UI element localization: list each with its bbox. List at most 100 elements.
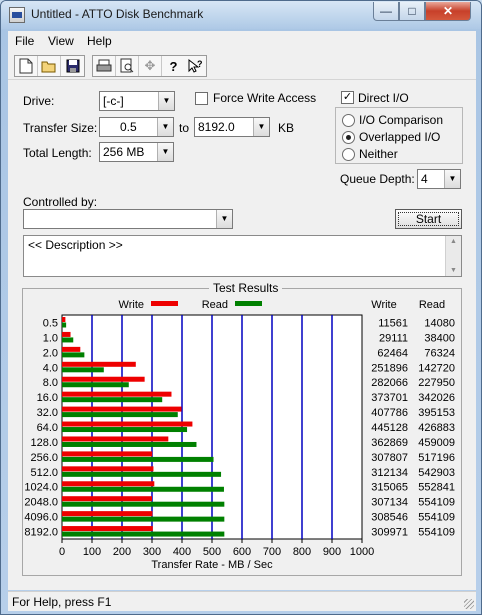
description-text: << Description >>: [28, 238, 123, 252]
queue-depth-label: Queue Depth:: [340, 172, 415, 186]
read-value: 459009: [418, 437, 455, 449]
transfer-size-from-select[interactable]: 0.5 ▼: [99, 117, 174, 137]
scroll-down-icon[interactable]: ▼: [450, 267, 457, 274]
x-tick-label: 600: [233, 546, 251, 558]
read-value: 142720: [418, 362, 455, 374]
write-value: 312134: [371, 467, 408, 479]
queue-depth-value: 4: [421, 172, 428, 186]
write-value: 373701: [371, 392, 408, 404]
x-tick-label: 1000: [350, 546, 374, 558]
title-bar[interactable]: Untitled - ATTO Disk Benchmark — □ ✕: [1, 1, 481, 29]
write-value: 29111: [379, 332, 408, 344]
read-value: 426883: [418, 422, 455, 434]
context-help-icon[interactable]: ?: [183, 56, 206, 76]
chevron-down-icon[interactable]: ▼: [216, 210, 232, 228]
resize-grip-icon[interactable]: [464, 599, 474, 609]
start-button[interactable]: Start: [395, 209, 462, 229]
transfer-rate-chart: 0 100 200 300 400 500 600 700 800 900 1000 Transfer…: [24, 299, 455, 571]
read-value: 554109: [418, 512, 455, 524]
menu-help[interactable]: Help: [87, 34, 112, 48]
drive-value: [-c-]: [103, 94, 124, 108]
controlled-by-select[interactable]: ▼: [23, 209, 233, 229]
y-category-label: 4096.0: [24, 512, 58, 524]
write-value: 307807: [371, 452, 408, 464]
file-tools: [14, 55, 85, 77]
write-value: 315065: [371, 482, 408, 494]
read-bar: [62, 337, 74, 343]
read-bar: [62, 441, 197, 447]
close-button[interactable]: ✕: [425, 2, 471, 21]
total-length-select[interactable]: 256 MB ▼: [99, 142, 174, 162]
x-tick-label: 900: [323, 546, 341, 558]
transfer-to-value: 8192.0: [198, 120, 235, 134]
chevron-down-icon[interactable]: ▼: [158, 92, 174, 110]
read-value: 76324: [424, 347, 455, 359]
menu-bar: File View Help: [8, 31, 476, 51]
read-bar: [62, 471, 222, 477]
context-tools: ?: [183, 55, 207, 77]
queue-depth-select[interactable]: 4 ▼: [417, 169, 461, 189]
write-value: 445128: [371, 422, 408, 434]
transfer-size-to-select[interactable]: 8192.0 ▼: [194, 117, 270, 137]
move-icon[interactable]: ✥: [139, 56, 162, 76]
read-value: 342026: [418, 392, 455, 404]
chevron-down-icon[interactable]: ▼: [157, 118, 173, 136]
menu-file[interactable]: File: [15, 34, 34, 48]
neither-radio[interactable]: [342, 148, 355, 161]
write-value: 282066: [371, 377, 408, 389]
overlapped-io-radio[interactable]: [342, 131, 355, 144]
print-icon[interactable]: [93, 56, 116, 76]
open-icon[interactable]: [38, 56, 61, 76]
window-title: Untitled - ATTO Disk Benchmark: [31, 7, 204, 21]
menu-view[interactable]: View: [48, 34, 74, 48]
print-tools: ✥ ?: [92, 55, 186, 77]
y-category-label: 128.0: [30, 437, 58, 449]
write-bar: [62, 421, 193, 427]
new-icon[interactable]: [15, 56, 38, 76]
chevron-down-icon[interactable]: ▼: [157, 143, 173, 161]
direct-io-label: Direct I/O: [358, 91, 409, 105]
write-value: 362869: [371, 437, 408, 449]
chevron-down-icon[interactable]: ▼: [253, 118, 269, 136]
kb-label: KB: [278, 121, 295, 135]
description-scrollbar[interactable]: ▲ ▼: [445, 236, 461, 276]
legend-read-label: Read: [202, 299, 228, 311]
read-bar: [62, 367, 104, 373]
app-window: Untitled - ATTO Disk Benchmark — □ ✕ Fil…: [0, 0, 482, 615]
minimize-button[interactable]: —: [373, 2, 399, 21]
write-value: 308546: [371, 512, 408, 524]
write-bar: [62, 391, 172, 397]
x-tick-label: 200: [113, 546, 131, 558]
x-tick-label: 800: [293, 546, 311, 558]
io-comparison-radio[interactable]: [342, 114, 355, 127]
main-form: Drive: [-c-] ▼ Force Write Access Transf…: [8, 80, 476, 590]
force-write-checkbox[interactable]: [195, 92, 208, 105]
y-category-label: 32.0: [37, 407, 58, 419]
chevron-down-icon[interactable]: ▼: [444, 170, 460, 188]
read-bar: [62, 352, 85, 358]
description-box[interactable]: << Description >> ▲ ▼: [23, 235, 462, 277]
save-icon[interactable]: [61, 56, 84, 76]
write-value: 309971: [371, 527, 408, 539]
write-bar: [62, 526, 153, 532]
read-bar: [62, 501, 225, 507]
test-results-title: Test Results: [209, 281, 283, 295]
io-mode-group: I/O Comparison Overlapped I/O Neither: [335, 107, 463, 164]
help-icon[interactable]: ?: [162, 56, 185, 76]
read-bar: [62, 486, 224, 492]
drive-select[interactable]: [-c-] ▼: [99, 91, 175, 111]
write-value: 407786: [371, 407, 408, 419]
x-axis-label: Transfer Rate - MB / Sec: [151, 559, 273, 571]
read-value: 517196: [418, 452, 455, 464]
read-value: 542903: [418, 467, 455, 479]
direct-io-checkbox[interactable]: ✓: [341, 91, 354, 104]
maximize-button[interactable]: □: [399, 2, 425, 21]
write-value: 62464: [377, 347, 408, 359]
y-category-label: 8192.0: [24, 527, 58, 539]
neither-label: Neither: [359, 147, 398, 161]
write-bar: [62, 376, 145, 382]
write-value: 11561: [378, 317, 408, 329]
print-preview-icon[interactable]: [116, 56, 139, 76]
results-inner: 0 100 200 300 400 500 600 700 800 900 1000 Transfer…: [23, 289, 461, 575]
scroll-up-icon[interactable]: ▲: [450, 238, 457, 245]
